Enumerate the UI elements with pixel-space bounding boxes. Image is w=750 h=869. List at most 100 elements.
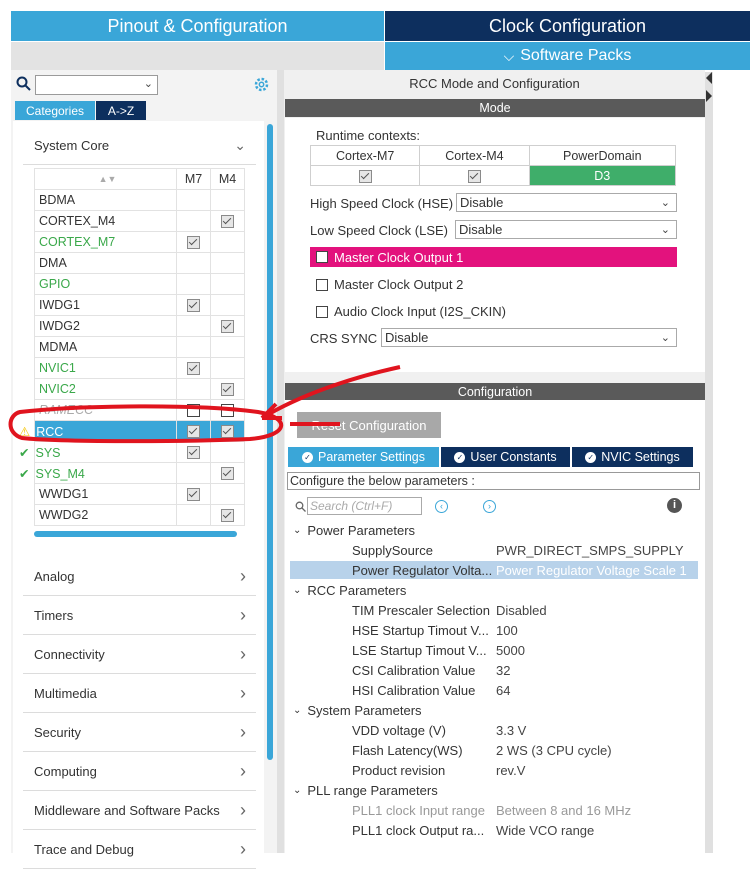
core-cell-m7[interactable] — [176, 441, 212, 463]
gear-icon[interactable] — [253, 76, 270, 96]
checkbox[interactable] — [187, 404, 201, 418]
section-security[interactable]: Security › — [23, 714, 256, 752]
checkbox[interactable] — [316, 305, 328, 318]
param-value[interactable]: 2 WS (3 CPU cycle) — [496, 743, 701, 758]
checkbox[interactable] — [221, 467, 235, 481]
search-input[interactable]: ⌄ — [35, 75, 158, 95]
core-cell-m4[interactable] — [210, 483, 245, 505]
vertical-scrollbar[interactable] — [267, 124, 273, 760]
section-connectivity[interactable]: Connectivity › — [23, 636, 256, 674]
search-icon[interactable] — [16, 76, 32, 95]
section-trace-and-debug[interactable]: Trace and Debug › — [23, 831, 256, 869]
group-pll-range-parameters[interactable]: ⌄ PLL range Parameters — [293, 783, 438, 798]
hse-select[interactable]: Disable ⌄ — [456, 193, 677, 212]
tab-user-constants[interactable]: ✓ User Constants — [441, 447, 570, 467]
checkbox[interactable] — [187, 425, 201, 439]
horizontal-scrollbar[interactable] — [34, 531, 237, 537]
peripheral-row-wwdg1[interactable]: WWDG1 — [33, 483, 245, 505]
tab-categories[interactable]: Categories — [15, 101, 95, 120]
checkbox[interactable] — [187, 236, 201, 250]
peripheral-name[interactable]: IWDG1 — [33, 294, 178, 316]
param-value[interactable]: Power Regulator Voltage Scale 1 — [496, 563, 701, 578]
core-cell-m7[interactable] — [176, 378, 212, 400]
core-cell-m7[interactable] — [176, 420, 212, 442]
param-value[interactable]: PWR_DIRECT_SMPS_SUPPLY — [496, 543, 701, 558]
core-cell-m4[interactable] — [210, 210, 245, 232]
core-cell-m4[interactable] — [210, 462, 245, 484]
section-multimedia[interactable]: Multimedia › — [23, 675, 256, 713]
tab-pinout-configuration[interactable]: Pinout & Configuration — [11, 11, 384, 41]
peripheral-row-nvic1[interactable]: NVIC1 — [33, 357, 245, 379]
param-value[interactable]: rev.V — [496, 763, 701, 778]
core-cell-m4[interactable] — [210, 252, 245, 274]
context-checkbox-m7[interactable] — [309, 165, 421, 186]
peripheral-row-bdma[interactable]: BDMA — [33, 189, 245, 211]
software-packs-menu[interactable]: ⌵ Software Packs — [385, 42, 750, 70]
group-power-parameters[interactable]: ⌄ Power Parameters — [293, 523, 415, 538]
peripheral-row-rcc[interactable]: ⚠ RCC — [19, 420, 245, 442]
audio-clock-checkbox-row[interactable]: Audio Clock Input (I2S_CKIN) — [316, 304, 506, 319]
mco1-checkbox-row[interactable]: Master Clock Output 1 — [310, 247, 677, 267]
peripheral-row-iwdg2[interactable]: IWDG2 — [33, 315, 245, 337]
peripheral-name[interactable]: RAMECC — [33, 399, 178, 421]
collapse-arrow-icon[interactable] — [706, 90, 712, 102]
param-value[interactable]: 3.3 V — [496, 723, 701, 738]
param-value[interactable]: 32 — [496, 663, 701, 678]
reset-configuration-button[interactable]: Reset Configuration — [297, 412, 441, 438]
section-timers[interactable]: Timers › — [23, 597, 256, 635]
core-cell-m7[interactable] — [176, 504, 212, 526]
core-cell-m7[interactable] — [176, 252, 212, 274]
lse-select[interactable]: Disable ⌄ — [455, 220, 677, 239]
peripheral-row-ramecc[interactable]: RAMECC — [33, 399, 245, 421]
peripheral-row-nvic2[interactable]: NVIC2 — [33, 378, 245, 400]
checkbox[interactable] — [221, 215, 235, 229]
mco2-checkbox-row[interactable]: Master Clock Output 2 — [316, 277, 463, 292]
core-cell-m4[interactable] — [210, 378, 245, 400]
core-cell-m7[interactable] — [176, 273, 212, 295]
peripheral-name[interactable]: ⚠ RCC — [19, 420, 178, 442]
param-value[interactable]: Disabled — [496, 603, 701, 618]
checkbox[interactable] — [316, 278, 328, 291]
crs-sync-select[interactable]: Disable ⌄ — [381, 328, 677, 347]
context-checkbox-m4[interactable] — [419, 165, 530, 186]
checkbox[interactable] — [187, 362, 201, 376]
checkbox[interactable] — [467, 169, 481, 183]
peripheral-name[interactable]: ✔ SYS_M4 — [19, 462, 178, 484]
sort-header[interactable]: ▲▼ — [33, 168, 178, 190]
parameter-search-input[interactable]: Search (Ctrl+F) — [307, 497, 422, 515]
peripheral-row-dma[interactable]: DMA — [33, 252, 245, 274]
param-value[interactable]: 64 — [496, 683, 701, 698]
tab-clock-configuration[interactable]: Clock Configuration — [385, 11, 750, 41]
core-cell-m4[interactable] — [210, 273, 245, 295]
core-cell-m7[interactable] — [176, 231, 212, 253]
core-cell-m7[interactable] — [176, 399, 212, 421]
checkbox[interactable] — [221, 425, 235, 439]
checkbox[interactable] — [316, 251, 328, 263]
tab-parameter-settings[interactable]: ✓ Parameter Settings — [288, 447, 439, 467]
right-divider[interactable] — [705, 72, 713, 853]
core-cell-m4[interactable] — [210, 420, 245, 442]
core-cell-m4[interactable] — [210, 504, 245, 526]
core-cell-m4[interactable] — [210, 315, 245, 337]
section-analog[interactable]: Analog › — [23, 558, 256, 596]
peripheral-name[interactable]: ✔ SYS — [19, 441, 178, 463]
core-cell-m7[interactable] — [176, 315, 212, 337]
section-computing[interactable]: Computing › — [23, 753, 256, 791]
group-rcc-parameters[interactable]: ⌄ RCC Parameters — [293, 583, 406, 598]
param-value[interactable]: 100 — [496, 623, 701, 638]
section-system-core[interactable]: System Core ⌄ — [23, 127, 256, 165]
peripheral-name[interactable]: WWDG2 — [33, 504, 178, 526]
param-value[interactable]: 5000 — [496, 643, 701, 658]
checkbox[interactable] — [358, 169, 372, 183]
collapse-arrow-icon[interactable] — [706, 72, 712, 84]
peripheral-name[interactable]: MDMA — [33, 336, 178, 358]
core-cell-m4[interactable] — [210, 441, 245, 463]
info-icon[interactable]: i — [667, 498, 682, 513]
core-cell-m4[interactable] — [210, 294, 245, 316]
core-cell-m7[interactable] — [176, 357, 212, 379]
peripheral-row-sys[interactable]: ✔ SYS — [19, 441, 245, 463]
param-value[interactable]: Wide VCO range — [496, 823, 701, 838]
core-cell-m7[interactable] — [176, 483, 212, 505]
core-cell-m4[interactable] — [210, 336, 245, 358]
previous-result-icon[interactable]: ‹ — [435, 500, 448, 513]
